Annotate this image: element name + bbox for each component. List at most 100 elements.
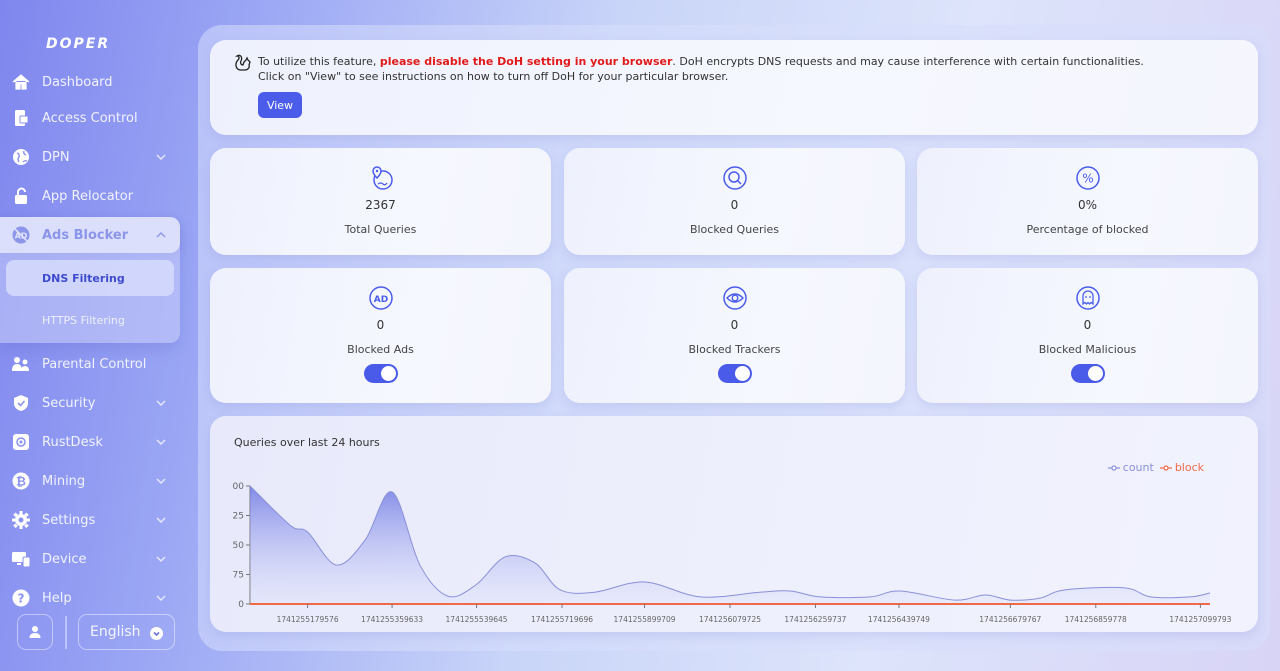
globe-pin-icon: [371, 166, 393, 190]
percent-icon: %: [1075, 166, 1100, 190]
sidebar-item-label: App Relocator: [42, 188, 134, 204]
stat-label: Blocked Malicious: [1038, 343, 1137, 356]
svg-text:AD: AD: [373, 295, 387, 305]
sidebar-item-label: Mining: [42, 473, 86, 489]
x-tick-label: 1741256439749: [868, 615, 930, 624]
user-profile-button[interactable]: [17, 614, 53, 650]
stat-label: Total Queries: [344, 223, 417, 236]
squirrel-icon: [234, 54, 251, 71]
x-tick-label: 1741256079725: [699, 615, 761, 624]
submenu-dns-filtering[interactable]: DNS Filtering: [6, 260, 174, 296]
doh-notice: To utilize this feature, please disable …: [210, 40, 1258, 135]
stat-label: Blocked Queries: [689, 223, 780, 236]
sidebar-item-label: Device: [42, 551, 87, 567]
stat-card-blocked-malicious: 0 Blocked Malicious: [917, 268, 1258, 403]
bitcoin-icon: ₿: [11, 471, 31, 491]
stat-label: Blocked Ads: [347, 343, 414, 356]
y-tick-label: 00: [233, 482, 245, 492]
x-tick-label: 1741256679767: [979, 615, 1041, 624]
divider: [65, 616, 67, 649]
chevron-down-icon[interactable]: [155, 436, 167, 448]
help-icon: ?: [11, 588, 31, 608]
chevron-down-icon[interactable]: [155, 553, 167, 565]
y-tick-label: 0: [238, 600, 244, 610]
stat-value: 0: [730, 198, 739, 212]
sidebar-item-label: Access Control: [42, 110, 138, 126]
notice-warning: please disable the DoH setting in your b…: [379, 55, 673, 68]
sidebar-item-label: DPN: [42, 149, 70, 165]
sidebar-item-access-control[interactable]: Access Control: [0, 100, 180, 136]
stat-value: 0%: [1077, 198, 1098, 212]
blocked-ads-toggle[interactable]: [363, 364, 398, 383]
x-tick-label: 1741256259737: [784, 615, 846, 624]
stat-value: 0: [730, 318, 739, 332]
count-area: [250, 486, 1210, 604]
view-instructions-button[interactable]: View: [258, 92, 302, 118]
stat-card-blocked-ads: AD 0 Blocked Ads: [210, 268, 551, 403]
sidebar-item-help[interactable]: ? Help: [0, 580, 180, 616]
search-block-icon: [722, 166, 747, 190]
stat-value: 0: [1083, 318, 1092, 332]
sidebar-item-label: Security: [42, 395, 96, 411]
stat-card-blocked-trackers: 0 Blocked Trackers: [564, 268, 905, 403]
chevron-down-icon[interactable]: [155, 151, 167, 163]
language-label: English: [90, 624, 141, 640]
y-tick-label: 25: [233, 512, 244, 522]
sidebar-item-device[interactable]: Device: [0, 541, 180, 577]
svg-text:%: %: [1082, 172, 1093, 186]
access-card-icon: [11, 108, 31, 128]
submenu-https-filtering[interactable]: HTTPS Filtering: [6, 302, 174, 338]
blocked-malicious-toggle[interactable]: [1070, 364, 1105, 383]
queries-chart-card: Queries over last 24 hours count block 0…: [210, 416, 1258, 632]
sidebar-item-label: Parental Control: [42, 356, 147, 372]
svg-text:₿: ₿: [16, 475, 26, 489]
notice-text-line2: Click on "View" to see instructions on h…: [258, 70, 729, 83]
globe-icon: [11, 147, 31, 167]
ad-block-icon: AD: [368, 286, 393, 310]
stat-value: 2367: [365, 198, 396, 212]
x-tick-label: 1741255539645: [446, 615, 508, 624]
chevron-down-icon: [150, 627, 163, 640]
sidebar-item-label: Dashboard: [42, 74, 113, 90]
family-icon: [11, 354, 31, 374]
svg-text:DOPER: DOPER: [46, 36, 110, 52]
unlock-icon: [11, 186, 31, 206]
sidebar-item-dpn[interactable]: DPN: [0, 139, 180, 175]
x-tick-label: 1741257099793: [1169, 615, 1231, 624]
sidebar-item-label: RustDesk: [42, 434, 103, 450]
eye-block-icon: [722, 286, 747, 310]
chevron-down-icon[interactable]: [155, 475, 167, 487]
ads-blocker-submenu: DNS Filtering HTTPS Filtering: [0, 217, 180, 343]
x-tick-label: 1741255179576: [277, 615, 339, 624]
y-tick-label: 75: [233, 571, 244, 581]
home-icon: [11, 72, 31, 92]
sidebar-item-parental-control[interactable]: Parental Control: [0, 346, 180, 382]
sidebar-item-rustdesk[interactable]: RustDesk: [0, 424, 180, 460]
stat-card-total-queries: 2367 Total Queries: [210, 148, 551, 255]
user-icon: [29, 626, 41, 638]
chevron-down-icon[interactable]: [155, 514, 167, 526]
svg-text:?: ?: [18, 592, 25, 606]
notice-text-line1: To utilize this feature, please disable …: [258, 55, 1144, 68]
x-tick-label: 1741255719696: [531, 615, 593, 624]
language-select[interactable]: English: [78, 614, 175, 650]
x-tick-label: 1741255899709: [614, 615, 676, 624]
chevron-down-icon[interactable]: [155, 592, 167, 604]
blocked-trackers-toggle[interactable]: [717, 364, 752, 383]
x-tick-label: 1741255359633: [361, 615, 423, 624]
sidebar-item-settings[interactable]: Settings: [0, 502, 180, 538]
ghost-block-icon: [1075, 286, 1100, 310]
shield-icon: [11, 393, 31, 413]
sidebar-item-app-relocator[interactable]: App Relocator: [0, 178, 180, 214]
sidebar-item-mining[interactable]: ₿ Mining: [0, 463, 180, 499]
stat-label: Percentage of blocked: [1026, 223, 1149, 236]
rustdesk-icon: [11, 432, 31, 452]
queries-chart: 0 75 50 25 00 1741255179576 1741255359633 17412…: [233, 482, 1232, 624]
x-tick-label: 1741256859778: [1065, 615, 1127, 624]
chevron-down-icon[interactable]: [155, 397, 167, 409]
doper-logo: DOPER: [46, 36, 110, 52]
sidebar-item-label: Help: [42, 590, 72, 606]
sidebar-item-dashboard[interactable]: Dashboard: [0, 64, 180, 100]
sidebar-item-security[interactable]: Security: [0, 385, 180, 421]
sidebar-item-label: Settings: [42, 512, 96, 528]
